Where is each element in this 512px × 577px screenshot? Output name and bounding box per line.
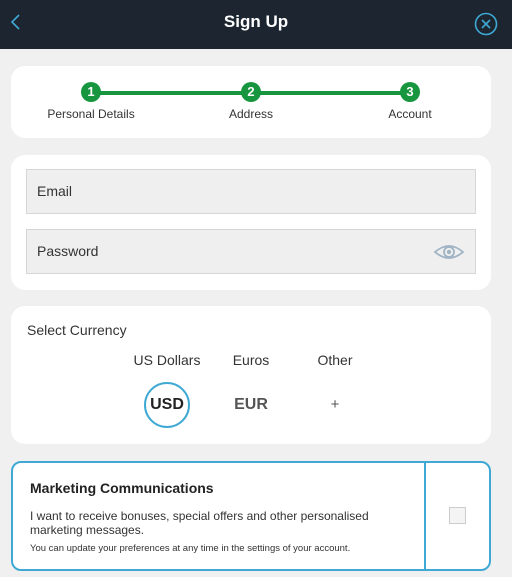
currency-usd-button[interactable]: USD bbox=[144, 382, 190, 428]
currency-name-eur: Euros bbox=[232, 352, 270, 368]
step-3-dot: 3 bbox=[400, 82, 420, 102]
currency-other-button[interactable]: + bbox=[312, 382, 358, 428]
currency-eur-button[interactable]: EUR bbox=[228, 382, 274, 428]
marketing-description: I want to receive bonuses, special offer… bbox=[30, 509, 369, 537]
step-2-label: Address bbox=[228, 107, 274, 121]
step-1-dot: 1 bbox=[81, 82, 101, 102]
marketing-consent-checkbox[interactable] bbox=[449, 507, 466, 524]
currency-name-usd: US Dollars bbox=[133, 352, 201, 368]
header-bar: Sign Up bbox=[0, 0, 512, 49]
currency-name-other: Other bbox=[317, 352, 353, 368]
marketing-note: You can update your preferences at any t… bbox=[30, 543, 351, 554]
marketing-title: Marketing Communications bbox=[30, 480, 214, 496]
eye-icon bbox=[433, 245, 465, 259]
marketing-consent-card: Marketing Communications I want to recei… bbox=[11, 461, 491, 571]
email-field[interactable]: Email bbox=[26, 169, 476, 214]
marketing-divider bbox=[424, 463, 426, 569]
page-title: Sign Up bbox=[223, 12, 289, 31]
select-currency-label: Select Currency bbox=[27, 322, 127, 338]
credentials-card: Email Password bbox=[11, 155, 491, 290]
close-circle-icon bbox=[474, 12, 498, 36]
password-field[interactable]: Password bbox=[26, 229, 476, 274]
step-2-dot: 2 bbox=[241, 82, 261, 102]
currency-card: Select Currency US Dollars Euros Other U… bbox=[11, 306, 491, 444]
show-password-toggle[interactable] bbox=[433, 242, 465, 262]
close-button[interactable] bbox=[474, 12, 498, 36]
step-1-label: Personal Details bbox=[47, 107, 135, 121]
password-placeholder: Password bbox=[37, 243, 99, 259]
step-3-label: Account bbox=[388, 107, 432, 121]
email-placeholder: Email bbox=[37, 183, 73, 199]
progress-stepper: 1 2 3 Personal Details Address Account bbox=[11, 66, 491, 138]
